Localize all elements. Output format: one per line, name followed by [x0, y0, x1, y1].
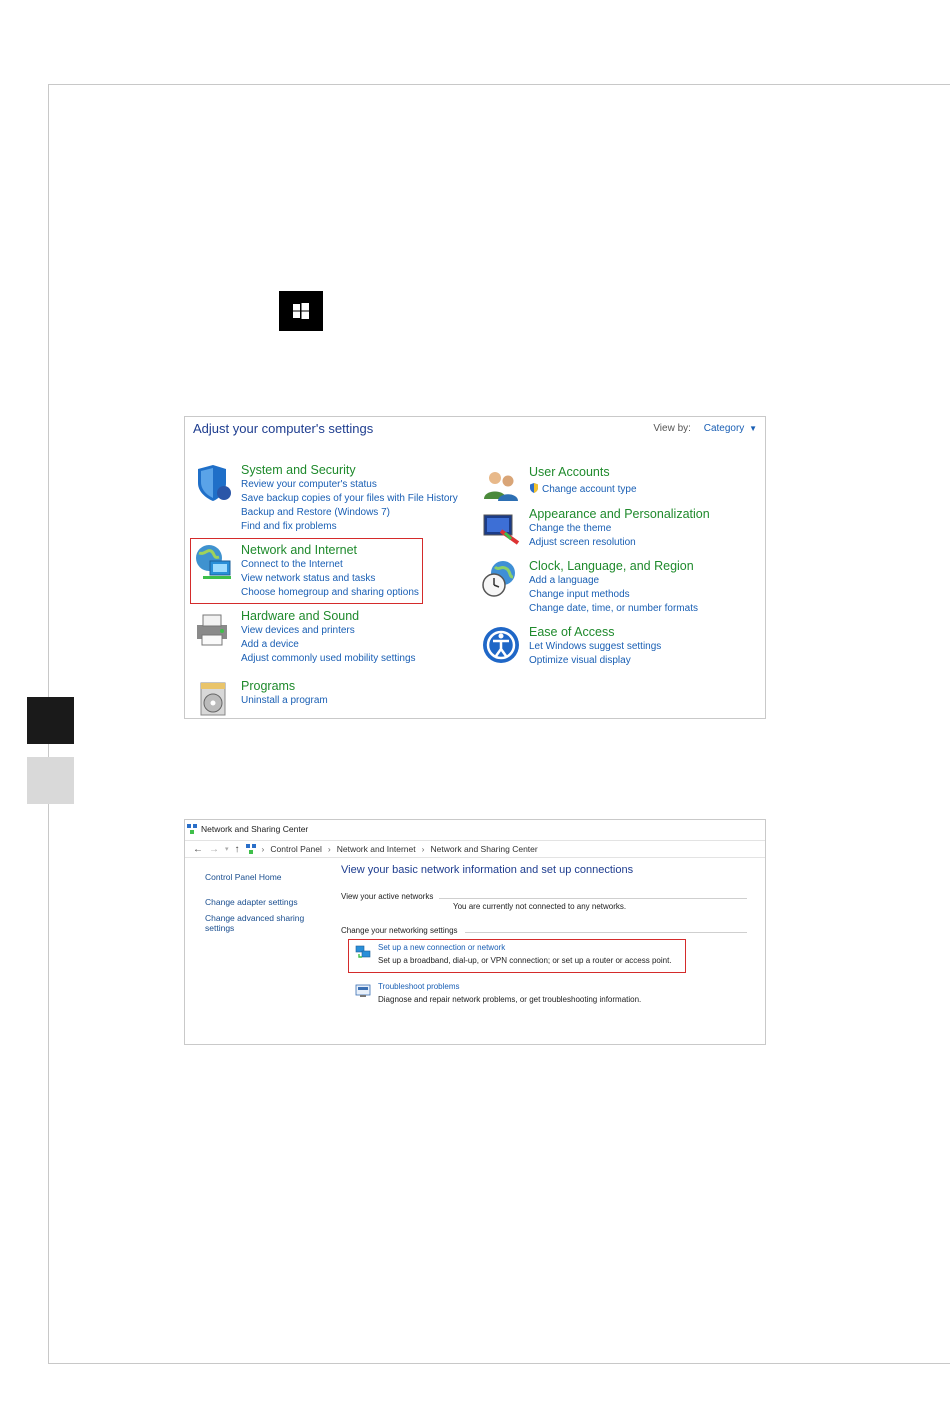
change-adapter-settings-link[interactable]: Change adapter settings — [205, 897, 325, 907]
section-divider — [465, 932, 747, 933]
category-link[interactable]: Save backup copies of your files with Fi… — [241, 492, 458, 506]
shield-icon — [198, 465, 231, 501]
network-sharing-center-window: Network and Sharing Center ← → ▾ ↑ › Con… — [184, 819, 766, 1045]
users-icon — [484, 472, 518, 501]
category-heading[interactable]: Clock, Language, and Region — [529, 559, 698, 574]
control-panel-icon — [245, 844, 256, 854]
highlight-box-setup-connection — [348, 939, 686, 973]
category-link[interactable]: Change input methods — [529, 588, 698, 602]
chapter-tab-light — [27, 757, 74, 804]
not-connected-text: You are currently not connected to any n… — [453, 902, 627, 911]
category-link[interactable]: Let Windows suggest settings — [529, 640, 661, 654]
forward-arrow-icon[interactable]: → — [209, 844, 219, 855]
view-by-label: View by: — [653, 423, 691, 434]
window-title: Network and Sharing Center — [201, 824, 309, 834]
category-heading[interactable]: Ease of Access — [529, 625, 661, 640]
category-link-text[interactable]: Change account type — [542, 484, 637, 495]
change-advanced-sharing-link[interactable]: Change advanced sharing settings — [205, 913, 305, 933]
view-by-value[interactable]: Category — [704, 423, 745, 434]
dropdown-arrow-icon[interactable]: ▼ — [749, 424, 757, 433]
section-divider — [439, 898, 747, 899]
address-bar: ← → ▾ ↑ › Control Panel › Network and In… — [185, 840, 765, 858]
category-link[interactable]: Change account type — [529, 483, 637, 497]
uac-shield-icon — [530, 483, 538, 493]
page-frame — [48, 84, 950, 1364]
chapter-tab-dark — [27, 697, 74, 744]
category-link[interactable]: Adjust commonly used mobility settings — [241, 652, 416, 666]
printer-icon — [197, 614, 227, 646]
category-link[interactable]: Backup and Restore (Windows 7) — [241, 506, 458, 520]
troubleshoot-link[interactable]: Troubleshoot problems — [378, 982, 460, 991]
category-link[interactable]: Change the theme — [529, 522, 710, 536]
breadcrumb-item[interactable]: Network and Sharing Center — [430, 844, 537, 854]
breadcrumb-separator: › — [421, 844, 425, 854]
control-panel-window: Adjust your computer's settings View by:… — [184, 416, 766, 719]
view-by-control[interactable]: View by: Category ▼ — [653, 423, 757, 434]
change-settings-label: Change your networking settings — [341, 926, 458, 935]
page-heading: View your basic network information and … — [341, 864, 634, 876]
up-arrow-icon[interactable]: ↑ — [235, 844, 240, 855]
breadcrumb-item[interactable]: Control Panel — [270, 844, 322, 854]
category-link[interactable]: Uninstall a program — [241, 694, 328, 708]
category-link[interactable]: Adjust screen resolution — [529, 536, 710, 550]
breadcrumb-separator: › — [261, 844, 265, 854]
troubleshoot-desc: Diagnose and repair network problems, or… — [378, 995, 642, 1004]
left-nav-pane: Control Panel Home Change adapter settin… — [205, 872, 325, 933]
ease-of-access-icon — [483, 627, 519, 663]
category-link[interactable]: View devices and printers — [241, 624, 416, 638]
category-heading[interactable]: User Accounts — [529, 465, 637, 480]
category-heading[interactable]: Hardware and Sound — [241, 609, 416, 624]
category-heading[interactable]: System and Security — [241, 463, 458, 478]
back-arrow-icon[interactable]: ← — [193, 844, 203, 855]
network-center-icon — [187, 824, 197, 834]
category-link[interactable]: Add a device — [241, 638, 416, 652]
recent-dropdown-icon[interactable]: ▾ — [225, 845, 229, 853]
main-content: View your basic network information and … — [341, 864, 751, 1004]
page-title: Adjust your computer's settings — [193, 421, 374, 436]
category-link[interactable]: Add a language — [529, 574, 698, 588]
troubleshoot-icon — [355, 984, 371, 997]
category-heading[interactable]: Appearance and Personalization — [529, 507, 710, 522]
category-link[interactable]: Optimize visual display — [529, 654, 661, 668]
breadcrumb-item[interactable]: Network and Internet — [337, 844, 416, 854]
highlight-box-network — [190, 538, 423, 604]
category-link[interactable]: Review your computer's status — [241, 478, 458, 492]
active-networks-label: View your active networks — [341, 892, 434, 901]
control-panel-home-link[interactable]: Control Panel Home — [205, 872, 325, 882]
display-brush-icon — [483, 514, 520, 545]
globe-clock-icon — [482, 561, 515, 597]
category-link[interactable]: Change date, time, or number formats — [529, 602, 698, 616]
breadcrumb-separator: › — [327, 844, 331, 854]
windows-key-icon — [279, 291, 323, 331]
category-link[interactable]: Find and fix problems — [241, 520, 458, 534]
category-heading[interactable]: Programs — [241, 679, 328, 694]
window-titlebar: Network and Sharing Center — [187, 822, 308, 836]
programs-disc-icon — [200, 682, 226, 716]
